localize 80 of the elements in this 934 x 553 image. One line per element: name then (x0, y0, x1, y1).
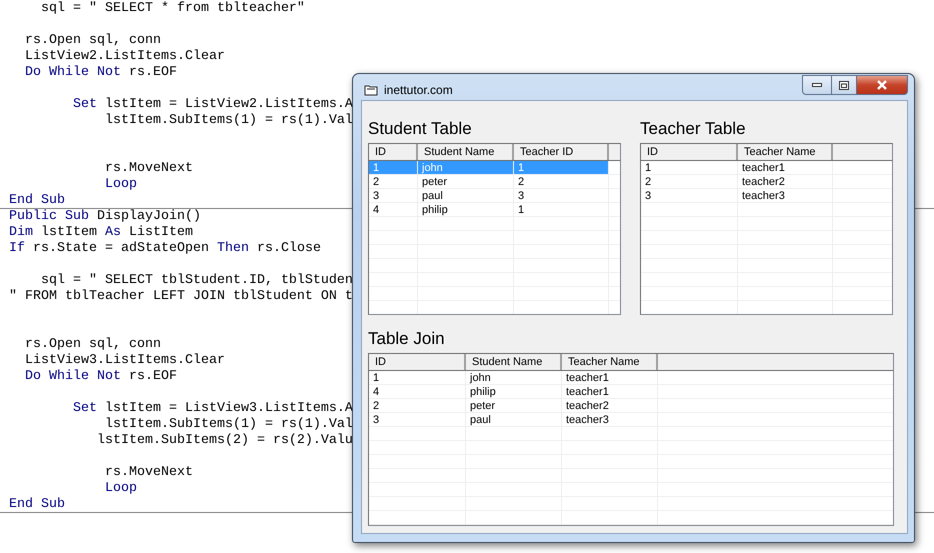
empty-cell (369, 231, 418, 245)
close-icon (876, 80, 888, 90)
code-line: Do While Not rs.EOF (24, 65, 177, 80)
table-row[interactable]: 1 teacher1 (641, 161, 892, 175)
table-cell: john (466, 371, 562, 385)
table-cell: 2 (514, 175, 609, 189)
code-line: lstItem.SubItems(1) = rs(1).Val (104, 417, 353, 432)
table-cell: john (418, 161, 514, 175)
code-line: rs.MoveNext (104, 465, 193, 480)
code-line: sql = " SELECT tblStudent.ID, tblStuden (40, 273, 353, 288)
table-cell: 1 (369, 371, 466, 385)
table-cell: teacher1 (738, 161, 833, 175)
code-line: Public Sub DisplayJoin() (9, 209, 201, 224)
table-cell: 2 (641, 175, 738, 189)
table-cell: 3 (369, 189, 418, 203)
code-line: End Sub (9, 193, 65, 208)
table-cell: philip (418, 203, 514, 217)
table-cell: 2 (369, 399, 466, 413)
code-line: Loop (104, 481, 137, 496)
maximize-button[interactable] (832, 75, 857, 95)
table-cell: teacher1 (562, 385, 658, 399)
table-cell: 1 (514, 203, 609, 217)
table-cell: peter (418, 175, 514, 189)
table-row[interactable]: 1 john teacher1 (369, 371, 893, 385)
table-cell: 1 (641, 161, 738, 175)
table-cell: philip (466, 385, 562, 399)
code-line: If rs.State = adStateOpen Then rs.Close (9, 241, 321, 256)
code-line: Set lstItem = ListView2.ListItems.A (72, 97, 353, 112)
minimize-icon (812, 83, 822, 87)
table-cell: 4 (369, 203, 418, 217)
code-line: rs.MoveNext (104, 161, 193, 176)
window-title: inettutor.com (384, 83, 454, 97)
table-cell: 1 (369, 161, 418, 175)
table-cell: teacher3 (738, 189, 833, 203)
table-row[interactable]: 3 paul 3 (369, 189, 620, 203)
code-line: lstItem.SubItems(1) = rs(1).Val (104, 113, 353, 128)
close-button[interactable] (857, 75, 908, 95)
table-cell: 3 (641, 189, 738, 203)
table-cell: teacher2 (562, 399, 658, 413)
code-line: Loop (104, 177, 137, 192)
code-line: ListView3.ListItems.Clear (24, 353, 225, 368)
table-cell: teacher2 (738, 175, 833, 189)
table-heading: Table Join (368, 330, 446, 348)
empty-cell (369, 273, 418, 287)
table-heading: Student Table (368, 120, 473, 138)
code-line: Set lstItem = ListView3.ListItems.A (72, 401, 353, 416)
table-cell: 4 (369, 385, 466, 399)
table-cell: 3 (514, 189, 609, 203)
empty-cell (369, 245, 418, 259)
table-cell: 3 (369, 413, 466, 427)
table-row[interactable]: 4 philip 1 (369, 203, 620, 217)
table-heading: Teacher Table (640, 120, 747, 138)
table-cell: peter (466, 399, 562, 413)
table-row[interactable]: 3 paul teacher3 (369, 413, 893, 427)
empty-cell (369, 287, 418, 301)
code-line: sql = " SELECT * from tblteacher" (40, 1, 305, 16)
table-row[interactable]: 2 peter 2 (369, 175, 620, 189)
minimize-button[interactable] (802, 75, 832, 95)
code-line: lstItem.SubItems(2) = rs(2).Valu (96, 433, 353, 448)
code-line: ListView2.ListItems.Clear (24, 49, 225, 64)
table-row[interactable]: 3 teacher3 (641, 189, 892, 203)
table-cell: teacher3 (562, 413, 658, 427)
empty-cell (369, 217, 418, 231)
code-line: " FROM tblTeacher LEFT JOIN tblStudent ON t (9, 289, 353, 304)
table-cell: paul (418, 189, 514, 203)
code-line: rs.Open sql, conn (24, 337, 161, 352)
empty-cell (369, 259, 418, 273)
table-row[interactable]: 2 teacher2 (641, 175, 892, 189)
table-row[interactable]: 2 peter teacher2 (369, 399, 893, 413)
table-cell: 2 (369, 175, 418, 189)
code-line: rs.Open sql, conn (24, 33, 161, 48)
table-cell: 1 (514, 161, 609, 175)
window-icon (364, 84, 378, 96)
table-cell: paul (466, 413, 562, 427)
code-line: Dim lstItem As ListItem (9, 225, 193, 240)
code-line: End Sub (9, 497, 65, 512)
code-line: Do While Not rs.EOF (24, 369, 177, 384)
maximize-icon (839, 80, 849, 90)
table-row[interactable]: 4 philip teacher1 (369, 385, 893, 399)
table-cell: teacher1 (562, 371, 658, 385)
